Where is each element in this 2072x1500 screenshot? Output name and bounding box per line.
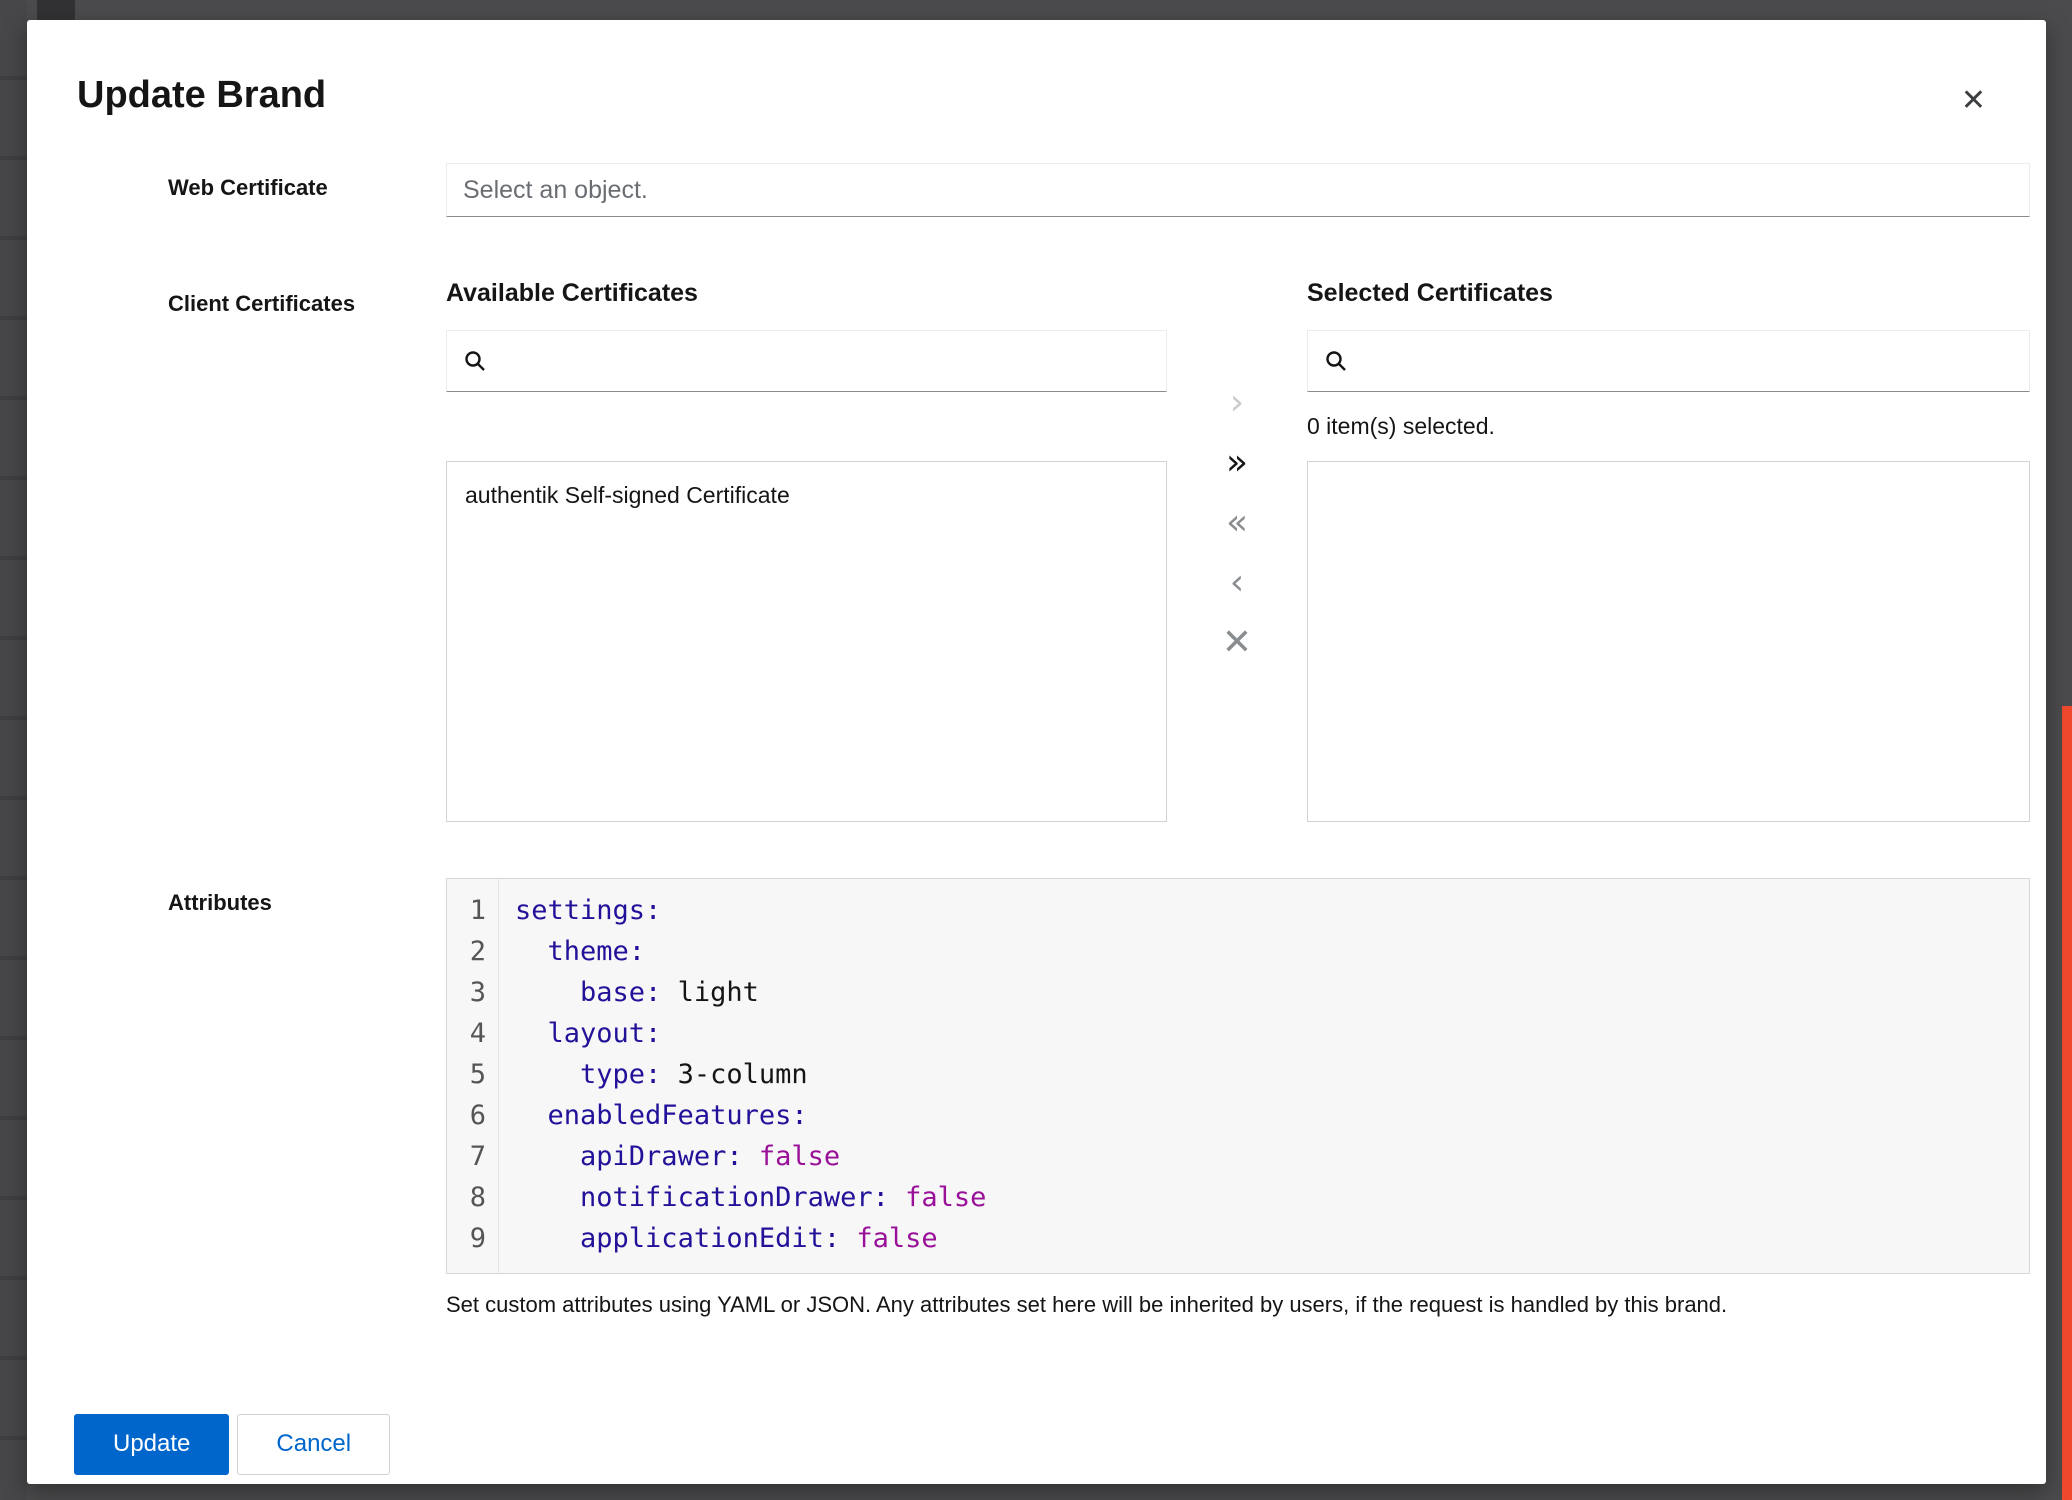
modal-footer: Update Cancel xyxy=(74,1414,2046,1475)
code-line-number: 2 xyxy=(447,931,486,972)
attributes-help-text: Set custom attributes using YAML or JSON… xyxy=(446,1292,2030,1318)
code-line: apiDrawer: false xyxy=(515,1136,2029,1177)
client-certificates-label: Client Certificates xyxy=(168,279,446,317)
selected-count-text: 0 item(s) selected. xyxy=(1307,413,1495,440)
transfer-controls: › » « ‹ ✕ xyxy=(1167,279,1307,661)
attributes-label: Attributes xyxy=(168,878,446,916)
available-certificates-pane: Available Certificates authentik Self-si… xyxy=(446,279,1167,822)
selected-count-row: 0 item(s) selected. xyxy=(1307,392,2030,461)
client-certificates-row: Client Certificates Available Certificat… xyxy=(168,279,2030,822)
add-all-button[interactable]: » xyxy=(1226,445,1248,481)
code-line: notificationDrawer: false xyxy=(515,1177,2029,1218)
selected-certificates-list xyxy=(1307,461,2030,822)
code-line-number: 8 xyxy=(447,1177,486,1218)
certificate-list-item[interactable]: authentik Self-signed Certificate xyxy=(461,476,1152,515)
available-count-row xyxy=(446,392,1167,461)
clear-selection-button[interactable]: ✕ xyxy=(1222,625,1252,661)
modal-title: Update Brand xyxy=(77,74,1982,117)
code-line-number: 3 xyxy=(447,972,486,1013)
yaml-code-editor[interactable]: 123456789 settings: theme: base: light l… xyxy=(446,878,2030,1274)
code-line: layout: xyxy=(515,1013,2029,1054)
selected-search-box xyxy=(1307,330,2030,392)
selected-search-input[interactable] xyxy=(1360,347,2013,375)
remove-selected-button[interactable]: ‹ xyxy=(1230,565,1244,601)
available-certificates-header: Available Certificates xyxy=(446,279,1167,308)
code-line: base: light xyxy=(515,972,2029,1013)
code-line: enabledFeatures: xyxy=(515,1095,2029,1136)
cancel-button[interactable]: Cancel xyxy=(237,1414,390,1475)
code-line: theme: xyxy=(515,931,2029,972)
code-line-number: 5 xyxy=(447,1054,486,1095)
search-icon xyxy=(1324,349,1348,373)
selected-certificates-header: Selected Certificates xyxy=(1307,279,2030,308)
dual-list-selector: Available Certificates authentik Self-si… xyxy=(446,279,2030,822)
code-line-number: 1 xyxy=(447,890,486,931)
code-line: type: 3-column xyxy=(515,1054,2029,1095)
attributes-field: 123456789 settings: theme: base: light l… xyxy=(446,878,2030,1318)
code-content[interactable]: settings: theme: base: light layout: typ… xyxy=(499,879,2029,1273)
modal-header: Update Brand ✕ xyxy=(27,20,2046,163)
page-header-under-overlay xyxy=(37,0,75,22)
code-line-number: 9 xyxy=(447,1218,486,1259)
web-certificate-label: Web Certificate xyxy=(168,163,446,201)
remove-all-button[interactable]: « xyxy=(1226,505,1248,541)
code-line: settings: xyxy=(515,890,2029,931)
web-certificate-row: Web Certificate Select an object. xyxy=(168,163,2030,217)
update-brand-modal: Update Brand ✕ Web Certificate Select an… xyxy=(27,20,2046,1484)
selected-certificates-pane: Selected Certificates 0 item(s) selected… xyxy=(1307,279,2030,822)
code-line-number: 7 xyxy=(447,1136,486,1177)
page-sidebar-under-overlay xyxy=(0,0,27,1500)
update-brand-form: Web Certificate Select an object. Client… xyxy=(27,163,2046,1318)
code-line-number: 6 xyxy=(447,1095,486,1136)
search-icon xyxy=(463,349,487,373)
available-search-box xyxy=(446,330,1167,392)
web-certificate-placeholder: Select an object. xyxy=(463,176,648,205)
web-certificate-select[interactable]: Select an object. xyxy=(446,163,2030,217)
code-line-numbers: 123456789 xyxy=(447,879,499,1273)
available-search-input[interactable] xyxy=(499,347,1150,375)
code-line-number: 4 xyxy=(447,1013,486,1054)
update-button[interactable]: Update xyxy=(74,1414,229,1475)
attributes-row: Attributes 123456789 settings: theme: ba… xyxy=(168,878,2030,1318)
close-icon[interactable]: ✕ xyxy=(1961,86,1986,116)
add-selected-button[interactable]: › xyxy=(1230,385,1244,421)
code-line: applicationEdit: false xyxy=(515,1218,2029,1259)
accent-scroll-bar xyxy=(2062,706,2072,1500)
available-certificates-list: authentik Self-signed Certificate xyxy=(446,461,1167,822)
